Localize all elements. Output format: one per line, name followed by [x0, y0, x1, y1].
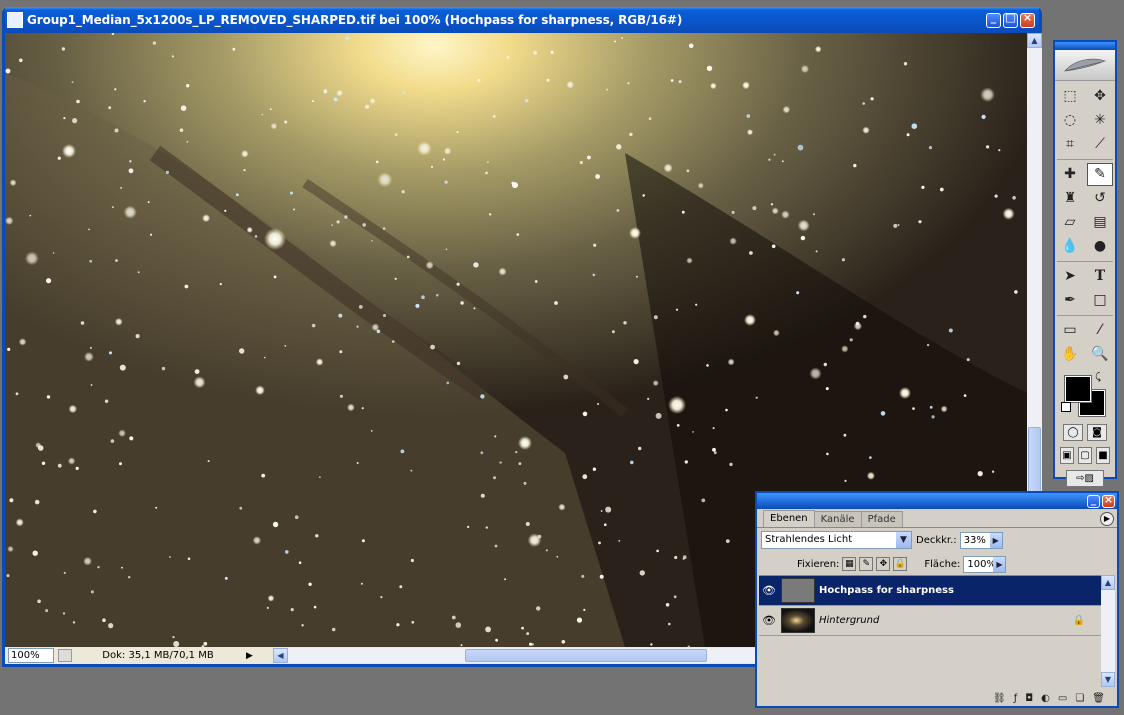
status-info-icon[interactable]	[58, 649, 72, 662]
hand-icon[interactable]: ✋	[1057, 343, 1083, 366]
notes-icon[interactable]: ▭	[1057, 319, 1083, 342]
slice-icon[interactable]: ⟋	[1087, 133, 1113, 156]
tab-pfade[interactable]: Pfade	[860, 511, 903, 527]
photoshop-feather-icon[interactable]	[1055, 50, 1115, 81]
type-tool-icon[interactable]: T	[1087, 265, 1113, 288]
visibility-eye-icon[interactable]: 👁	[759, 584, 779, 597]
eyedropper-icon[interactable]: ⁄	[1087, 319, 1113, 342]
lasso-icon[interactable]: ◌	[1057, 109, 1083, 132]
link-layers-icon[interactable]: ⛓	[993, 693, 1006, 704]
screen-mode-full-icon[interactable]: ■	[1096, 447, 1110, 464]
eraser-icon[interactable]: ▱	[1057, 211, 1083, 234]
layer-list: 👁 Hochpass for sharpness 👁 Hintergrund 🔒	[759, 575, 1101, 688]
scroll-up-arrow-icon[interactable]: ▲	[1027, 33, 1042, 48]
standard-mode-icon[interactable]: ◯	[1063, 424, 1083, 441]
fill-field[interactable]: 100% ▶	[963, 555, 1007, 573]
photoshop-document-icon	[7, 12, 23, 28]
chevron-down-icon[interactable]: ▼	[896, 532, 911, 548]
dodge-icon[interactable]: ●	[1087, 235, 1113, 258]
tab-ebenen[interactable]: Ebenen	[763, 510, 815, 527]
new-layer-icon[interactable]: ❏	[1075, 693, 1084, 704]
document-titlebar[interactable]: Group1_Median_5x1200s_LP_REMOVED_SHARPED…	[5, 7, 1039, 33]
palette-tabs: Ebenen Kanäle Pfade ▶	[757, 510, 1117, 528]
lock-transparency-icon[interactable]: ▦	[842, 557, 857, 571]
layers-close-button[interactable]: ×	[1102, 493, 1115, 508]
opacity-field[interactable]: 33% ▶	[959, 531, 1003, 549]
rectangular-marquee-icon[interactable]: ⬚	[1057, 85, 1083, 108]
layer-style-icon[interactable]: ƒ	[1014, 693, 1018, 704]
scroll-up-arrow-icon[interactable]: ▲	[1101, 575, 1115, 590]
lock-label: Fixieren:	[797, 558, 840, 570]
path-selection-icon[interactable]: ➤	[1057, 265, 1083, 288]
trash-icon[interactable]: 🗑	[1092, 693, 1105, 704]
swap-colors-icon[interactable]: ⤹	[1095, 372, 1101, 383]
default-colors-icon[interactable]	[1061, 402, 1071, 412]
lock-paint-icon[interactable]: ✎	[859, 557, 874, 571]
layers-bottom-toolbar: ⛓ ƒ ◘ ◐ ▭ ❏ 🗑	[757, 690, 1117, 706]
lock-position-icon[interactable]: ✥	[876, 557, 891, 571]
tools-palette: ⬚ ✥ ◌ ✳ ⌗ ⟋ ✚ ✎ ♜ ↺ ▱ ▤ 💧 ● ➤ T ✒ □ ▭ ⁄ …	[1053, 40, 1117, 487]
adjustment-layer-icon[interactable]: ◐	[1041, 693, 1050, 704]
tab-kanaele[interactable]: Kanäle	[813, 511, 862, 527]
layer-row-hochpass[interactable]: 👁 Hochpass for sharpness	[759, 576, 1101, 606]
layer-name: Hintergrund	[819, 615, 880, 626]
layer-thumbnail[interactable]	[781, 608, 815, 633]
close-button[interactable]: ×	[1020, 11, 1035, 28]
quick-mask-icon[interactable]: ◙	[1087, 424, 1107, 441]
layers-minimize-button[interactable]: _	[1087, 493, 1100, 508]
screen-mode-full-menu-icon[interactable]: ▢	[1078, 447, 1092, 464]
new-group-icon[interactable]: ▭	[1058, 693, 1067, 704]
blend-mode-select[interactable]: Strahlendes Licht ▼	[761, 531, 912, 549]
layer-thumbnail[interactable]	[781, 578, 815, 603]
move-tool-icon[interactable]: ✥	[1087, 85, 1113, 108]
history-brush-icon[interactable]: ↺	[1087, 187, 1113, 210]
visibility-eye-icon[interactable]: 👁	[759, 614, 779, 627]
gradient-icon[interactable]: ▤	[1087, 211, 1113, 234]
healing-brush-icon[interactable]: ✚	[1057, 163, 1083, 186]
lock-all-icon[interactable]: 🔒	[893, 557, 908, 571]
scroll-left-arrow-icon[interactable]: ◀	[273, 648, 288, 663]
scroll-down-arrow-icon[interactable]: ▼	[1101, 672, 1115, 687]
clone-stamp-icon[interactable]: ♜	[1057, 187, 1083, 210]
fill-label: Fläche:	[924, 558, 961, 570]
blend-mode-value: Strahlendes Licht	[765, 534, 853, 545]
layers-titlebar[interactable]: _ ×	[757, 493, 1117, 509]
fill-value: 100%	[967, 558, 997, 570]
opacity-slider-arrow-icon[interactable]: ▶	[989, 532, 1002, 548]
blur-icon[interactable]: 💧	[1057, 235, 1083, 258]
layers-vertical-scrollbar[interactable]: ▲ ▼	[1101, 575, 1115, 687]
layer-row-hintergrund[interactable]: 👁 Hintergrund 🔒	[759, 606, 1101, 636]
pen-icon[interactable]: ✒	[1057, 289, 1083, 312]
zoom-icon[interactable]: 🔍	[1087, 343, 1113, 366]
screen-mode-standard-icon[interactable]: ▣	[1060, 447, 1074, 464]
document-size: Dok: 35,1 MB/70,1 MB	[102, 650, 214, 661]
brush-icon[interactable]: ✎	[1087, 163, 1113, 186]
fill-slider-arrow-icon[interactable]: ▶	[993, 556, 1006, 572]
opacity-label: Deckkr.:	[916, 534, 957, 546]
layer-name: Hochpass for sharpness	[819, 585, 954, 596]
status-menu-arrow-icon[interactable]: ▶	[246, 651, 253, 661]
layer-lock-icon: 🔒	[1072, 615, 1085, 626]
horizontal-scroll-thumb[interactable]	[465, 649, 707, 662]
tools-titlebar[interactable]	[1055, 42, 1115, 50]
minimize-button[interactable]: _	[986, 11, 1001, 28]
crop-icon[interactable]: ⌗	[1057, 133, 1083, 156]
document-title: Group1_Median_5x1200s_LP_REMOVED_SHARPED…	[27, 13, 683, 27]
maximize-button[interactable]: □	[1003, 11, 1018, 28]
magic-wand-icon[interactable]: ✳	[1087, 109, 1113, 132]
shape-icon[interactable]: □	[1087, 289, 1113, 312]
color-swatches: ⤹	[1055, 370, 1115, 418]
jump-to-imageready-icon[interactable]: ⇨▨	[1066, 470, 1104, 487]
foreground-color-swatch[interactable]	[1064, 375, 1092, 403]
zoom-field[interactable]: 100%	[8, 648, 54, 663]
opacity-value: 33%	[963, 534, 986, 546]
layer-mask-icon[interactable]: ◘	[1025, 693, 1033, 704]
palette-menu-arrow-icon[interactable]: ▶	[1100, 512, 1114, 526]
layers-palette: _ × Ebenen Kanäle Pfade ▶ Strahlendes Li…	[755, 491, 1119, 708]
